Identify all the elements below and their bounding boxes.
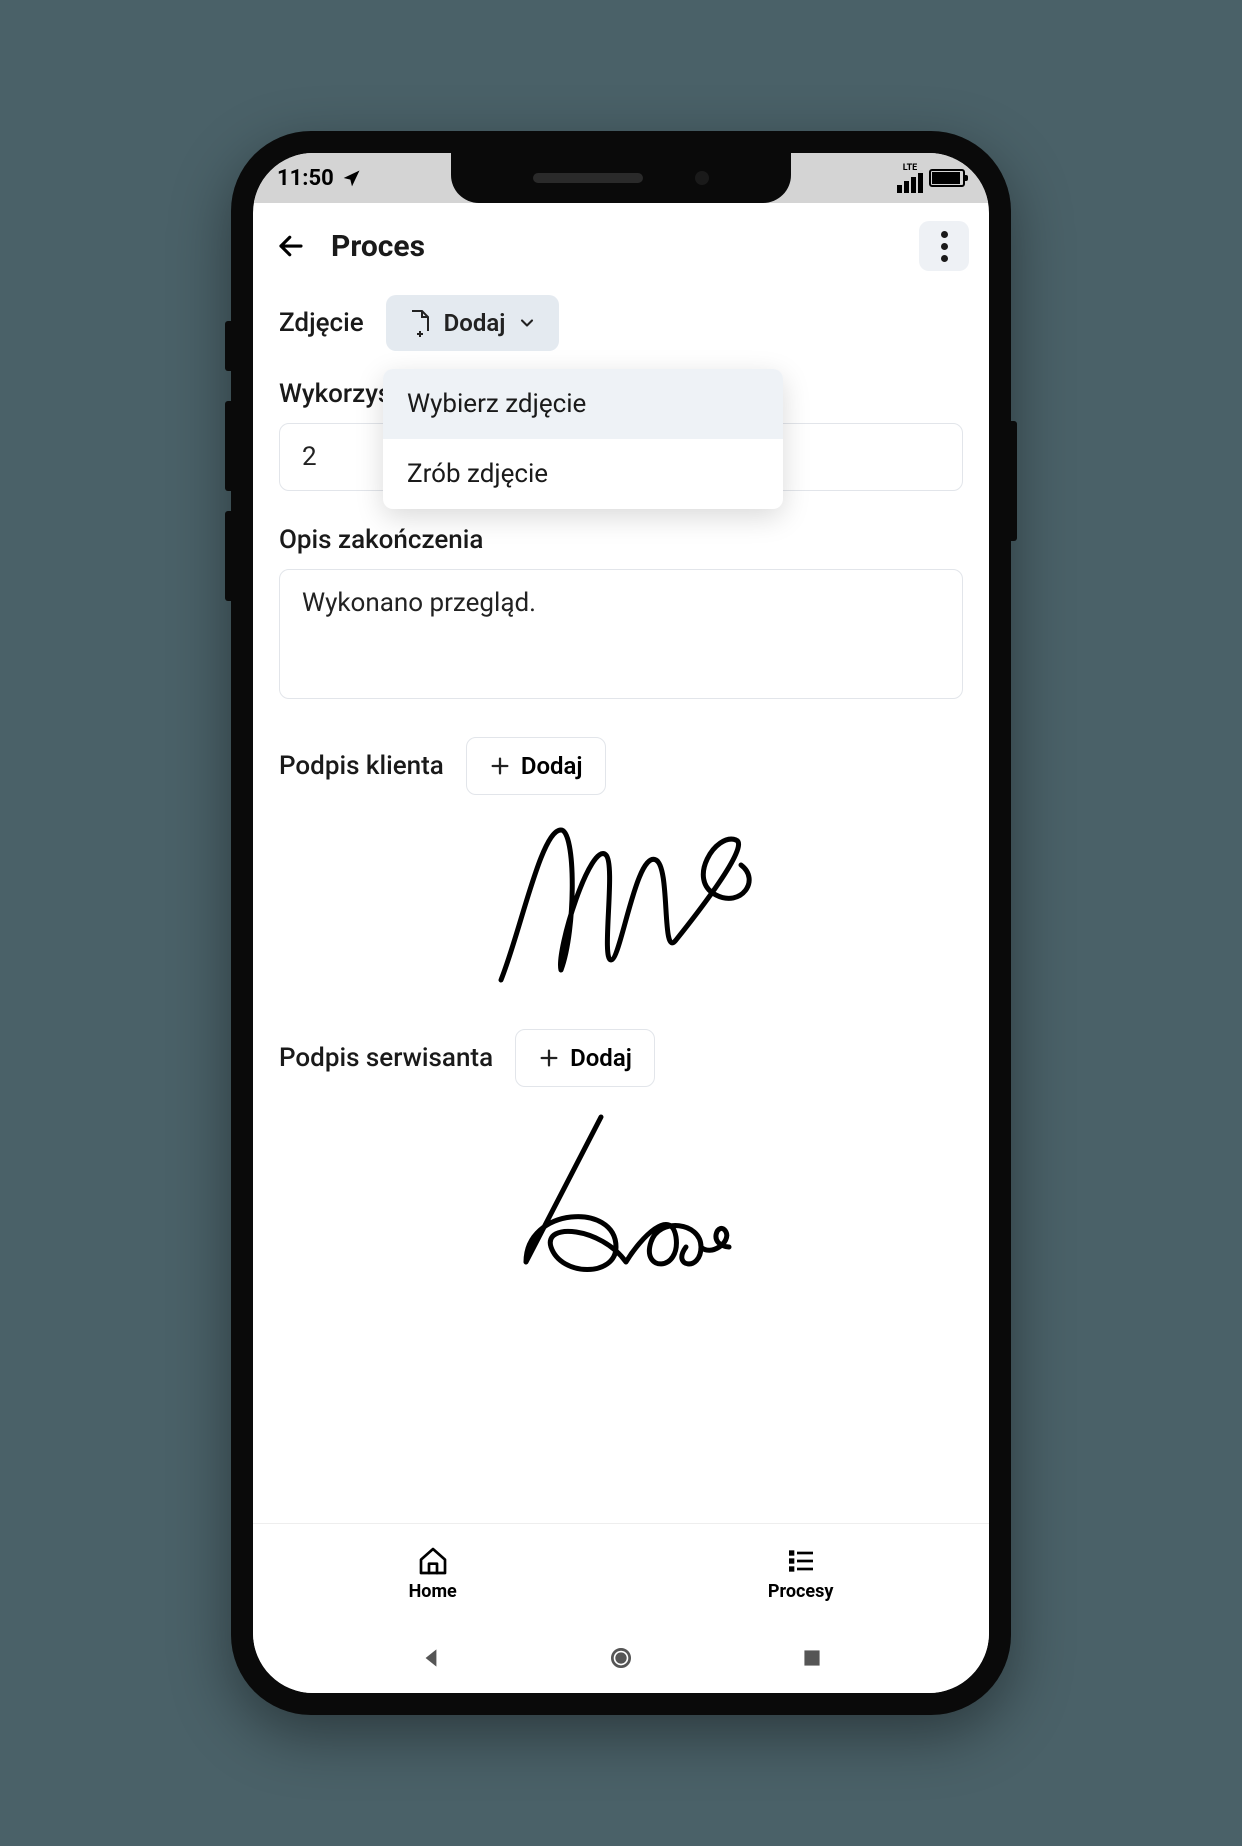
more-menu-button[interactable]: [919, 221, 969, 271]
status-bar: 11:50 LTE: [253, 153, 989, 203]
nav-processes-label: Procesy: [768, 1581, 834, 1602]
phone-side-button: [225, 321, 231, 371]
app-header: Proces: [253, 203, 989, 285]
add-client-signature-label: Dodaj: [521, 752, 583, 780]
description-textarea[interactable]: [279, 569, 963, 699]
file-add-icon: [408, 309, 432, 337]
add-photo-dropdown-button[interactable]: Dodaj: [386, 295, 560, 351]
android-nav-bar: [253, 1623, 989, 1693]
client-signature-image: [279, 805, 963, 995]
kebab-dot-icon: [941, 243, 948, 250]
dropdown-item-choose-photo[interactable]: Wybierz zdjęcie: [383, 369, 783, 439]
location-icon: [342, 168, 362, 188]
bottom-nav: Home Procesy: [253, 1523, 989, 1623]
chevron-down-icon: [517, 313, 537, 333]
list-icon: [785, 1545, 817, 1577]
content-area: Zdjęcie Dodaj Wybierz zdjęcie Zrób zdjęc…: [253, 285, 989, 1523]
nav-processes[interactable]: Procesy: [768, 1545, 834, 1602]
technician-signature-label: Podpis serwisanta: [279, 1043, 493, 1073]
home-icon: [417, 1545, 449, 1577]
phone-frame: 11:50 LTE Proces: [231, 131, 1011, 1715]
kebab-dot-icon: [941, 255, 948, 262]
nav-home[interactable]: Home: [409, 1545, 457, 1602]
back-button[interactable]: [273, 228, 309, 264]
arrow-left-icon: [276, 231, 306, 261]
add-technician-signature-button[interactable]: Dodaj: [515, 1029, 655, 1087]
square-recent-icon: [799, 1645, 825, 1671]
triangle-back-icon: [418, 1645, 444, 1671]
technician-signature-image: [279, 1097, 963, 1287]
add-technician-signature-label: Dodaj: [570, 1044, 632, 1072]
android-back-button[interactable]: [418, 1645, 444, 1671]
screen: 11:50 LTE Proces: [253, 153, 989, 1693]
phone-side-button: [1011, 421, 1017, 541]
photo-section-label: Zdjęcie: [279, 308, 364, 338]
phone-side-button: [225, 401, 231, 491]
description-label: Opis zakończenia: [279, 525, 963, 555]
battery-icon: [929, 169, 965, 187]
phone-side-button: [225, 511, 231, 601]
android-recent-button[interactable]: [799, 1645, 825, 1671]
plus-icon: [538, 1047, 560, 1069]
status-time: 11:50: [277, 166, 334, 191]
nav-home-label: Home: [409, 1581, 457, 1602]
kebab-dot-icon: [941, 231, 948, 238]
android-home-button[interactable]: [608, 1645, 634, 1671]
photo-dropdown-menu: Wybierz zdjęcie Zrób zdjęcie: [383, 369, 783, 509]
add-client-signature-button[interactable]: Dodaj: [466, 737, 606, 795]
dropdown-item-take-photo[interactable]: Zrób zdjęcie: [383, 439, 783, 509]
page-title: Proces: [331, 229, 425, 264]
client-signature-label: Podpis klienta: [279, 751, 444, 781]
circle-home-icon: [608, 1645, 634, 1671]
add-photo-label: Dodaj: [444, 309, 506, 337]
phone-notch: [451, 153, 791, 203]
signal-icon: [897, 173, 923, 193]
plus-icon: [489, 755, 511, 777]
network-label: LTE: [903, 164, 918, 173]
